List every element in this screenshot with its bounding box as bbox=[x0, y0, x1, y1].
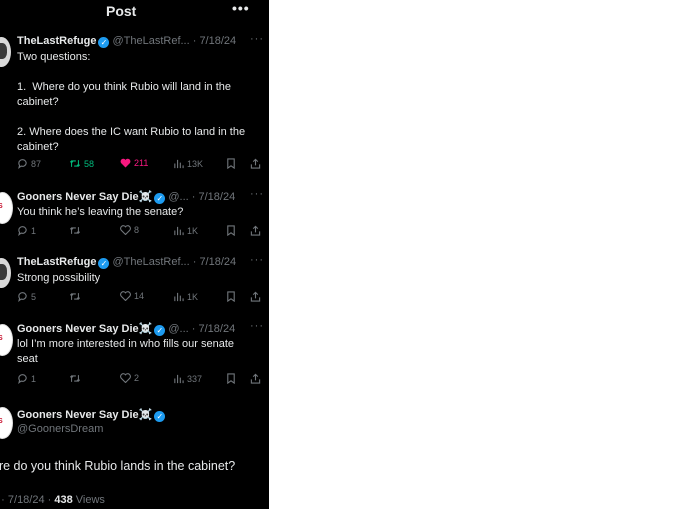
views-icon bbox=[174, 292, 184, 302]
tweet-actions: 1 8 1K bbox=[17, 225, 262, 239]
views-button[interactable]: 13K bbox=[173, 158, 203, 169]
views-icon bbox=[174, 226, 184, 236]
share-icon bbox=[250, 158, 261, 169]
heart-icon bbox=[120, 225, 131, 236]
like-button[interactable]: 8 bbox=[120, 225, 139, 236]
avatar[interactable] bbox=[0, 37, 11, 67]
bookmark-button[interactable] bbox=[226, 158, 236, 170]
bookmark-button[interactable] bbox=[226, 225, 236, 237]
tweet-more-icon[interactable]: ··· bbox=[250, 188, 264, 200]
tweet-text: Two questions: 1. Where do you think Rub… bbox=[17, 51, 246, 153]
author-handle[interactable]: @GoonersDream bbox=[17, 423, 103, 435]
tweet-text: You think he’s leaving the senate? bbox=[17, 206, 184, 218]
repost-icon bbox=[69, 227, 81, 234]
heart-icon bbox=[120, 291, 131, 302]
repost-button[interactable] bbox=[69, 373, 81, 384]
tweet-text: lol I’m more interested in who fills our… bbox=[17, 338, 238, 365]
reply-icon bbox=[18, 159, 27, 169]
post-timestamp[interactable]: 8 · 7/18/24 · bbox=[0, 494, 54, 506]
share-button[interactable] bbox=[250, 291, 261, 302]
post-text: ere do you think Rubio lands in the cabi… bbox=[0, 459, 236, 473]
reply-icon bbox=[18, 292, 27, 302]
share-icon bbox=[250, 291, 261, 302]
views-button[interactable]: 1K bbox=[173, 291, 198, 302]
reply-button[interactable]: 1 bbox=[17, 225, 36, 236]
verified-icon: ✓ bbox=[154, 411, 166, 422]
author-name[interactable]: TheLastRefuge bbox=[17, 256, 96, 268]
avatar[interactable]: RS bbox=[0, 407, 13, 439]
tweet-actions: 5 14 1K bbox=[17, 291, 262, 305]
like-button[interactable]: 211 bbox=[120, 158, 148, 168]
share-icon bbox=[250, 373, 261, 384]
reply-icon bbox=[18, 374, 27, 384]
repost-icon bbox=[69, 160, 81, 167]
avatar[interactable] bbox=[0, 258, 11, 288]
author-handle[interactable]: @TheLastRef... · 7/18/24 bbox=[112, 35, 236, 47]
repost-icon bbox=[69, 375, 81, 382]
views-icon bbox=[174, 159, 184, 169]
repost-button[interactable] bbox=[69, 291, 81, 302]
tweet-more-icon[interactable]: ··· bbox=[250, 254, 264, 266]
repost-icon bbox=[69, 293, 81, 300]
tweet-header: TheLastRefuge ✓ @TheLastRef... · 7/18/24 bbox=[17, 256, 236, 272]
author-name[interactable]: TheLastRefuge bbox=[17, 35, 96, 47]
share-button[interactable] bbox=[250, 158, 261, 169]
top-bar: Post ••• bbox=[0, 0, 269, 24]
reply-icon bbox=[18, 226, 27, 236]
author-name[interactable]: Gooners Never Say Die☠️ bbox=[17, 409, 152, 421]
bookmark-button[interactable] bbox=[226, 291, 236, 303]
share-button[interactable] bbox=[250, 373, 261, 384]
author-handle[interactable]: @... · 7/18/24 bbox=[168, 323, 235, 335]
views-button[interactable]: 337 bbox=[173, 373, 202, 384]
like-button[interactable]: 14 bbox=[120, 291, 144, 302]
tweet-header: Gooners Never Say Die☠️ ✓ @... · 7/18/24 bbox=[17, 322, 235, 338]
repost-button[interactable]: 58 bbox=[69, 158, 94, 169]
tweet-actions: 1 2 337 bbox=[17, 373, 262, 387]
tweet-header: Gooners Never Say Die☠️ ✓ @... · 7/18/24 bbox=[17, 190, 235, 206]
main-author[interactable]: Gooners Never Say Die☠️ ✓ bbox=[17, 408, 166, 422]
tweet-actions: 87 58 211 13K bbox=[17, 158, 262, 172]
post-footer: 8 · 7/18/24 · 438 Views bbox=[0, 494, 105, 506]
author-handle[interactable]: @... · 7/18/24 bbox=[168, 191, 235, 203]
bookmark-icon bbox=[227, 225, 235, 237]
share-icon bbox=[250, 225, 261, 236]
like-button[interactable]: 2 bbox=[120, 373, 139, 384]
bookmark-button[interactable] bbox=[226, 373, 236, 385]
reply-button[interactable]: 87 bbox=[17, 158, 41, 169]
views-button[interactable]: 1K bbox=[173, 225, 198, 236]
tweet-text: Strong possibility bbox=[17, 272, 101, 284]
verified-icon: ✓ bbox=[154, 325, 166, 336]
avatar[interactable]: RS bbox=[0, 324, 13, 356]
views-icon bbox=[174, 374, 184, 384]
views-count: 438 bbox=[54, 494, 73, 506]
page-title: Post bbox=[106, 3, 137, 19]
verified-icon: ✓ bbox=[98, 258, 110, 269]
verified-icon: ✓ bbox=[154, 193, 166, 204]
tweet-header: TheLastRefuge ✓ @TheLastRef... · 7/18/24 bbox=[17, 35, 236, 51]
tweet-more-icon[interactable]: ··· bbox=[250, 33, 264, 45]
repost-button[interactable] bbox=[69, 225, 81, 236]
bookmark-icon bbox=[227, 373, 235, 385]
post-thread-panel: Post ••• TheLastRefuge ✓ @TheLastRef... · … bbox=[0, 0, 269, 509]
verified-icon: ✓ bbox=[98, 37, 110, 48]
avatar[interactable]: RS bbox=[0, 192, 13, 224]
bookmark-icon bbox=[227, 158, 235, 170]
bookmark-icon bbox=[227, 291, 235, 303]
reply-button[interactable]: 5 bbox=[17, 291, 36, 302]
share-button[interactable] bbox=[250, 225, 261, 236]
author-handle[interactable]: @TheLastRef... · 7/18/24 bbox=[112, 256, 236, 268]
heart-icon bbox=[120, 373, 131, 384]
views-label: Views bbox=[72, 494, 105, 506]
author-name[interactable]: Gooners Never Say Die☠️ bbox=[17, 323, 152, 335]
reply-button[interactable]: 1 bbox=[17, 373, 36, 384]
more-options-icon[interactable]: ••• bbox=[232, 0, 250, 16]
heart-icon bbox=[120, 158, 131, 168]
author-name[interactable]: Gooners Never Say Die☠️ bbox=[17, 191, 152, 203]
tweet-more-icon[interactable]: ··· bbox=[250, 320, 264, 332]
